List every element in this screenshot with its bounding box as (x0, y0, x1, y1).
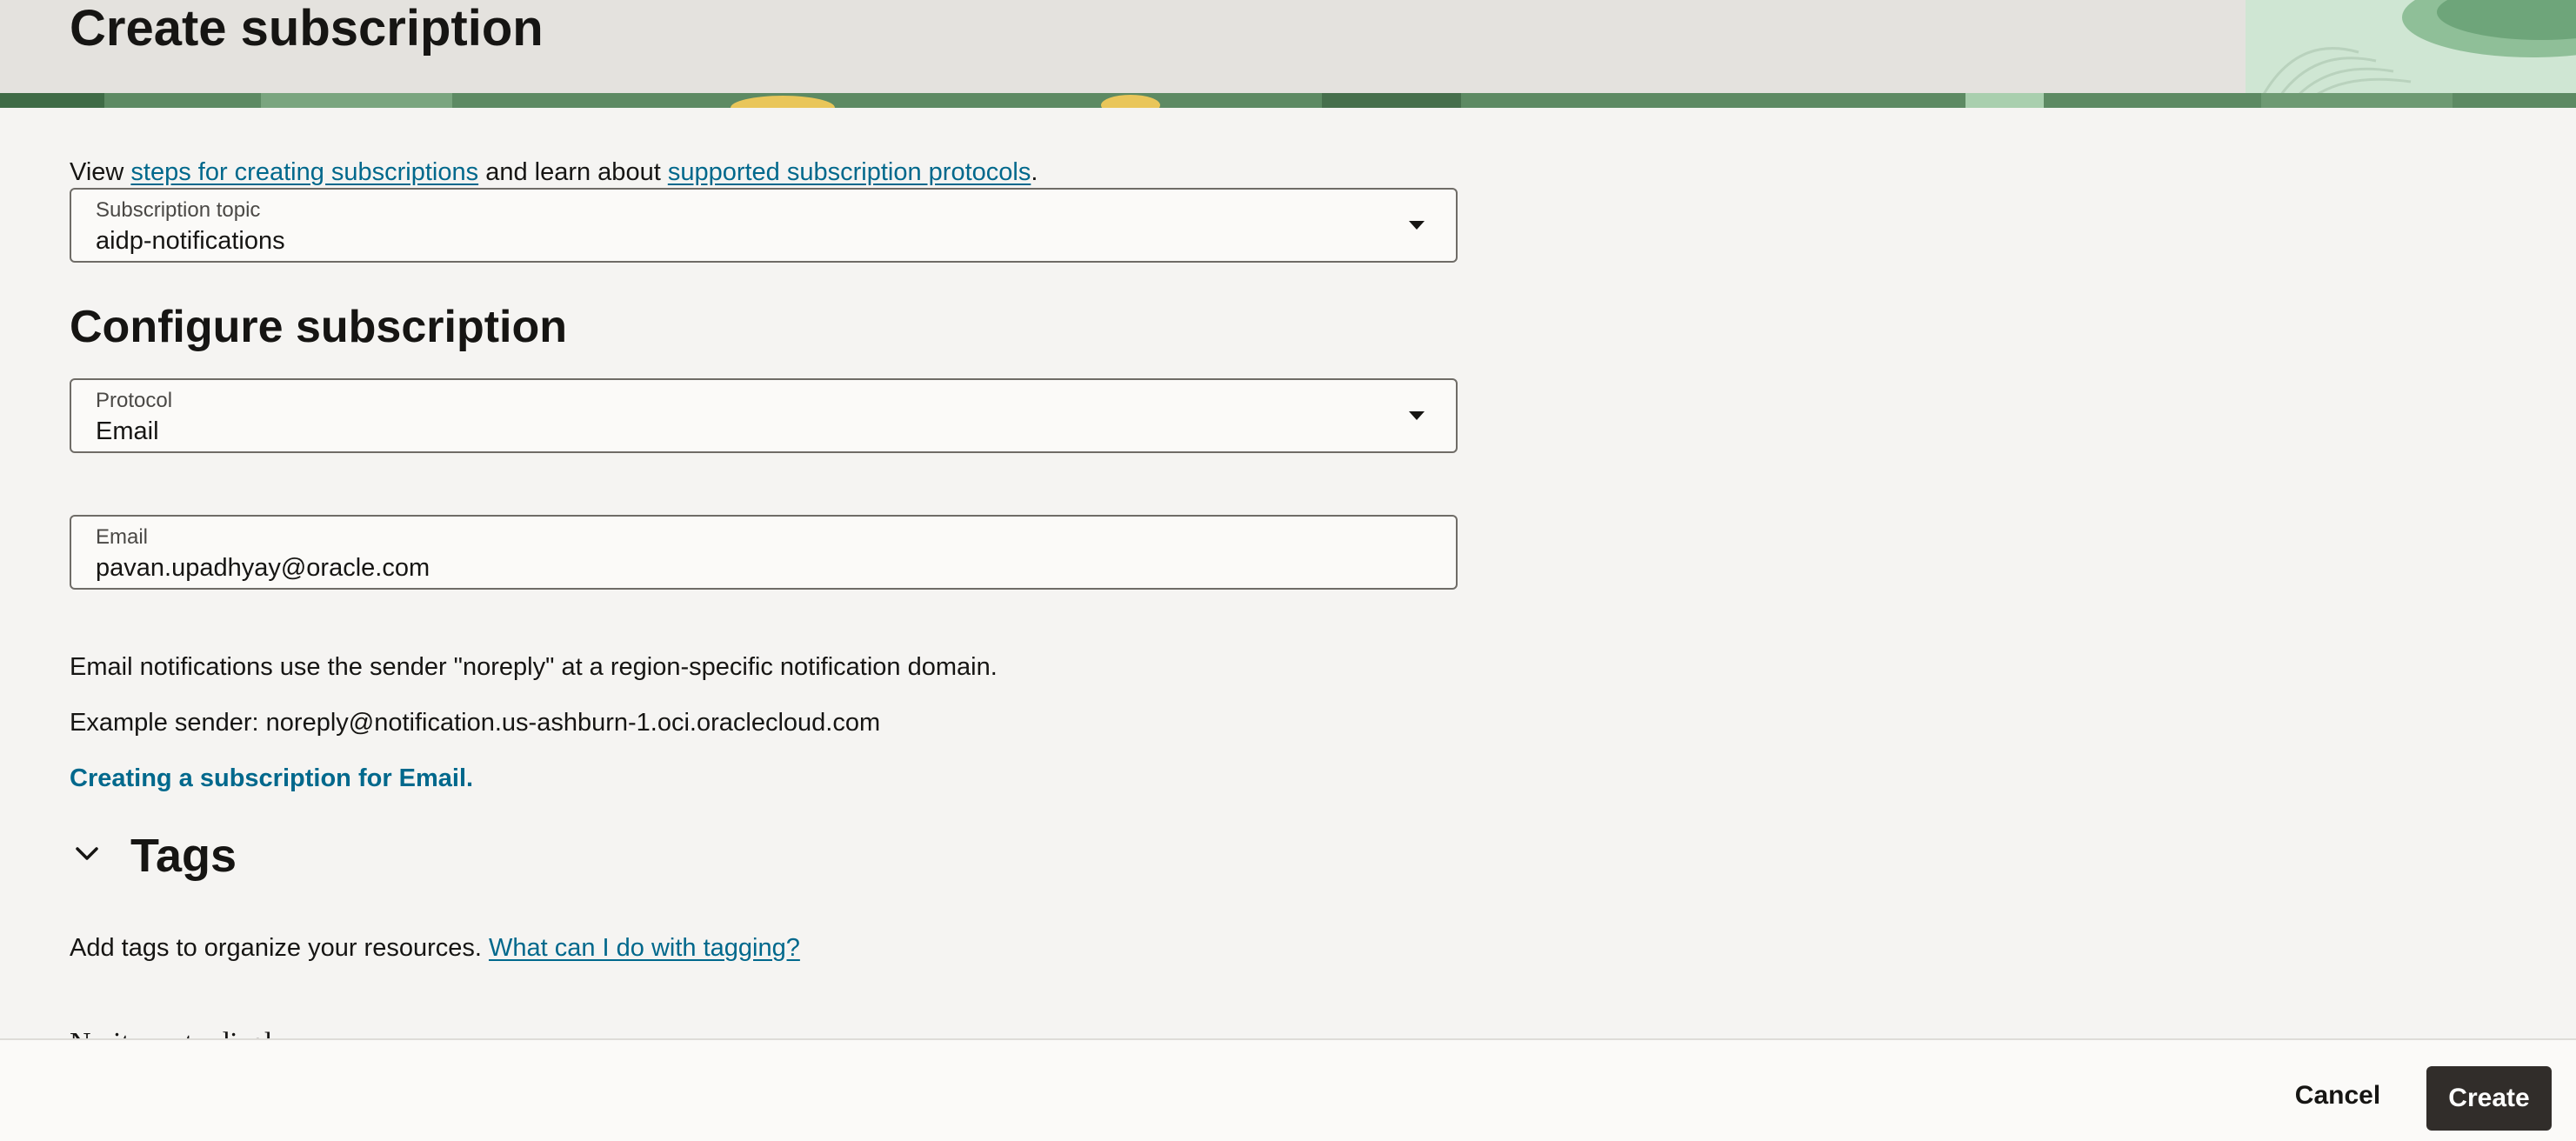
tagging-help-link[interactable]: What can I do with tagging? (489, 934, 800, 962)
caret-down-icon[interactable] (1409, 411, 1425, 420)
page-title: Create subscription (70, 0, 544, 57)
tags-description: Add tags to organize your resources. Wha… (70, 932, 800, 964)
email-sender-note: Email notifications use the sender "nore… (70, 653, 998, 681)
create-button[interactable]: Create (2426, 1066, 2552, 1131)
action-footer: Cancel Create (0, 1038, 2576, 1141)
intro-suffix: . (1031, 158, 1038, 186)
header-pattern-strip (0, 93, 2576, 108)
steps-link[interactable]: steps for creating subscriptions (130, 158, 478, 186)
header-decoration-icon (2246, 0, 2576, 96)
protocol-select[interactable]: Protocol Email (70, 378, 1458, 453)
email-field[interactable]: Email (70, 515, 1458, 590)
example-sender-note: Example sender: noreply@notification.us-… (70, 709, 881, 737)
protocol-label: Protocol (96, 389, 173, 412)
email-label: Email (96, 525, 149, 549)
caret-down-icon[interactable] (1409, 221, 1425, 230)
email-input[interactable] (96, 553, 1313, 583)
email-subscription-help-link[interactable]: Creating a subscription for Email. (70, 763, 473, 794)
configure-subscription-heading: Configure subscription (70, 302, 567, 352)
chevron-down-icon (76, 847, 98, 860)
tags-heading: Tags (130, 830, 237, 882)
subscription-topic-value: aidp-notifications (96, 227, 285, 255)
subscription-topic-select[interactable]: Subscription topic aidp-notifications (70, 188, 1458, 263)
protocols-link[interactable]: supported subscription protocols (668, 158, 1031, 186)
tags-description-text: Add tags to organize your resources. (70, 934, 489, 962)
intro-text: View steps for creating subscriptions an… (70, 157, 1038, 188)
page-header: Create subscription (0, 0, 2576, 108)
intro-prefix: View (70, 158, 131, 186)
intro-middle: and learn about (478, 158, 668, 186)
tags-collapse-toggle[interactable] (70, 837, 104, 871)
protocol-value: Email (96, 417, 159, 445)
subscription-topic-label: Subscription topic (96, 198, 261, 222)
cancel-button[interactable]: Cancel (2279, 1066, 2397, 1125)
